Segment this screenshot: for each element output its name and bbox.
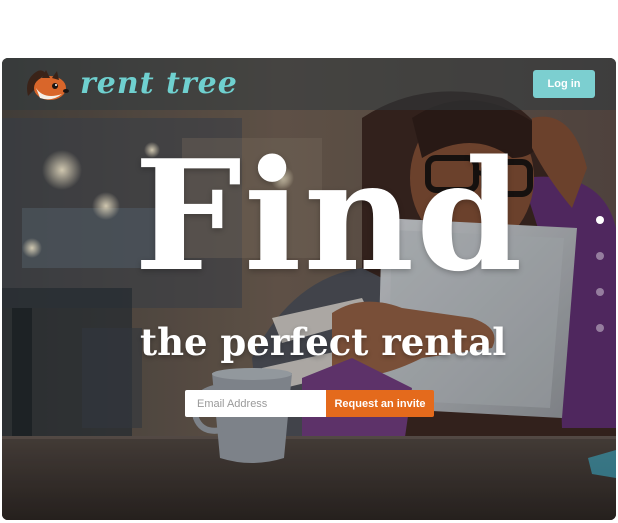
squirrel-mascot-icon: [27, 70, 69, 100]
landing-page: rent tree Log in Find the perfect rental…: [2, 58, 616, 520]
hero-subheadline: the perfect rental: [140, 320, 507, 364]
hero-headline: Find: [134, 126, 525, 305]
top-navbar: rent tree Log in: [2, 58, 616, 110]
carousel-dot-4[interactable]: [596, 324, 604, 332]
request-invite-button[interactable]: Request an invite: [326, 390, 434, 417]
email-field[interactable]: [185, 390, 326, 417]
carousel-dot-3[interactable]: [596, 288, 604, 296]
carousel-dot-1[interactable]: [596, 216, 604, 224]
brand-logo[interactable]: rent tree: [80, 66, 238, 101]
login-button[interactable]: Log in: [533, 70, 595, 98]
carousel-dot-2[interactable]: [596, 252, 604, 260]
